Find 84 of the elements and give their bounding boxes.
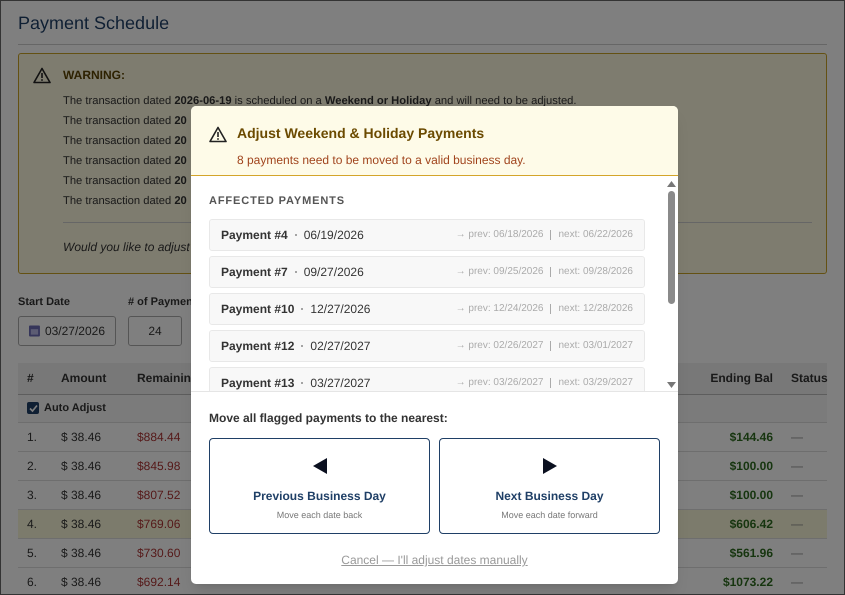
payment-name: Payment #12 (221, 338, 294, 354)
table-cell-text: 4. (26, 516, 38, 532)
table-cell-text: — (790, 428, 804, 446)
warning-title: WARNING: (63, 67, 126, 84)
table-cell-text: $1073.22 (722, 574, 774, 590)
warning-icon (209, 126, 227, 143)
calendar-icon (29, 324, 40, 336)
table-cell-text: $144.46 (728, 428, 774, 446)
table-cell-text: $ 38.46 (60, 544, 102, 562)
previous-date: → prev: 09/25/2026 (456, 265, 544, 279)
table-cell-text: — (790, 486, 804, 504)
table-cell-text: $ 38.46 (60, 428, 102, 446)
table-cell-text: $845.98 (136, 458, 182, 474)
table-cell-text: 3. (26, 486, 38, 504)
payment-date: 12/27/2026 (310, 300, 370, 318)
table-cell-text: $100.00 (728, 458, 774, 474)
table-cell-text: $606.42 (728, 516, 774, 532)
table-cell-text: 6. (26, 574, 38, 590)
payment-date: 09/27/2026 (304, 264, 364, 280)
table-cell-text: — (790, 516, 804, 532)
cancel-link[interactable]: Cancel — I'll adjust dates manually (341, 551, 528, 569)
table-cell-text: 2. (26, 458, 38, 474)
payment-date: 06/19/2026 (304, 226, 364, 244)
column-header: # (26, 370, 35, 387)
table-cell-text: $ 38.46 (60, 458, 102, 474)
page-title: Payment Schedule (18, 10, 827, 45)
table-cell-text: $ 38.46 (60, 574, 102, 590)
table-cell-text: $692.14 (136, 574, 182, 590)
payment-name: Payment #13 (221, 374, 294, 391)
next-day-button[interactable]: Next Business Day Move each date forward (439, 438, 660, 534)
field-label: Start Date (18, 295, 70, 310)
number-field[interactable]: 24 (128, 316, 182, 346)
dialog-subtitle: 8 payments need to be moved to a valid business day. (237, 152, 526, 169)
next-date: next: 09/28/2026 (558, 265, 633, 279)
move-prompt: Move all flagged payments to the nearest: (209, 410, 448, 427)
next-date: next: 06/22/2026 (558, 228, 633, 242)
section-label: AFFECTED PAYMENTS (209, 194, 345, 209)
table-cell-text: $884.44 (136, 428, 182, 446)
table-cell-text: $807.52 (136, 486, 182, 504)
warning-question: Would you like to adjust (63, 239, 190, 256)
column-header: Status (790, 370, 829, 387)
warning-line: The transaction dated 20 (63, 134, 187, 149)
previous-date: → prev: 12/24/2026 (456, 302, 544, 316)
table-cell-text: $ 38.46 (60, 516, 102, 532)
left-triangle-icon (312, 458, 326, 474)
scroll-up-icon[interactable] (666, 181, 676, 187)
table-cell-text: $730.60 (136, 544, 182, 562)
previous-date: → prev: 03/26/2027 (456, 376, 544, 390)
warning-line: The transaction dated 20 (63, 154, 187, 169)
payment-name: Payment #7 (221, 264, 288, 280)
payment-date: 02/27/2027 (310, 338, 370, 354)
previous-date: → prev: 06/18/2026 (456, 228, 544, 242)
previous-day-button[interactable]: Previous Business Day Move each date back (209, 438, 430, 534)
warning-line: The transaction dated 2026-06-19 is scheduled on a Weekend or Holiday and will need to be adjusted. (63, 94, 577, 109)
right-triangle-icon (542, 458, 556, 474)
table-cell-text: $ 38.46 (60, 486, 102, 504)
warning-icon (33, 67, 51, 84)
table-cell-text: 5. (26, 544, 38, 562)
table-cell-text: $769.06 (136, 516, 182, 532)
auto-adjust-checkbox[interactable] (27, 402, 39, 414)
next-date: next: 12/28/2026 (558, 302, 633, 316)
table-cell-text: — (790, 544, 804, 562)
table-cell-text: — (790, 574, 804, 590)
table-cell-text: $100.00 (728, 486, 774, 504)
table-cell-text: — (790, 458, 804, 474)
auto-adjust-label: Auto Adjust (44, 400, 106, 416)
table-cell-text: 1. (26, 428, 38, 446)
scroll-down-icon[interactable] (666, 382, 676, 388)
payment-date: 03/27/2027 (310, 374, 370, 391)
column-header: Amount (60, 370, 108, 387)
table-cell-text: $561.96 (728, 544, 774, 562)
previous-date: → prev: 02/26/2027 (456, 339, 544, 353)
next-date: next: 03/01/2027 (558, 339, 633, 353)
column-header: Ending Bal (709, 370, 774, 387)
field-label: # of Paymen (128, 295, 193, 310)
warning-line: The transaction dated 20 (63, 114, 187, 129)
column-header: Remainin (136, 370, 192, 387)
warning-line: The transaction dated 20 (63, 194, 187, 209)
date-field[interactable]: 03/27/2026 (18, 316, 116, 346)
payment-name: Payment #10 (221, 300, 294, 318)
warning-line: The transaction dated 20 (63, 174, 187, 189)
payment-name: Payment #4 (221, 226, 288, 244)
dialog-title: Adjust Weekend & Holiday Payments (237, 124, 484, 143)
next-date: next: 03/29/2027 (558, 376, 633, 390)
